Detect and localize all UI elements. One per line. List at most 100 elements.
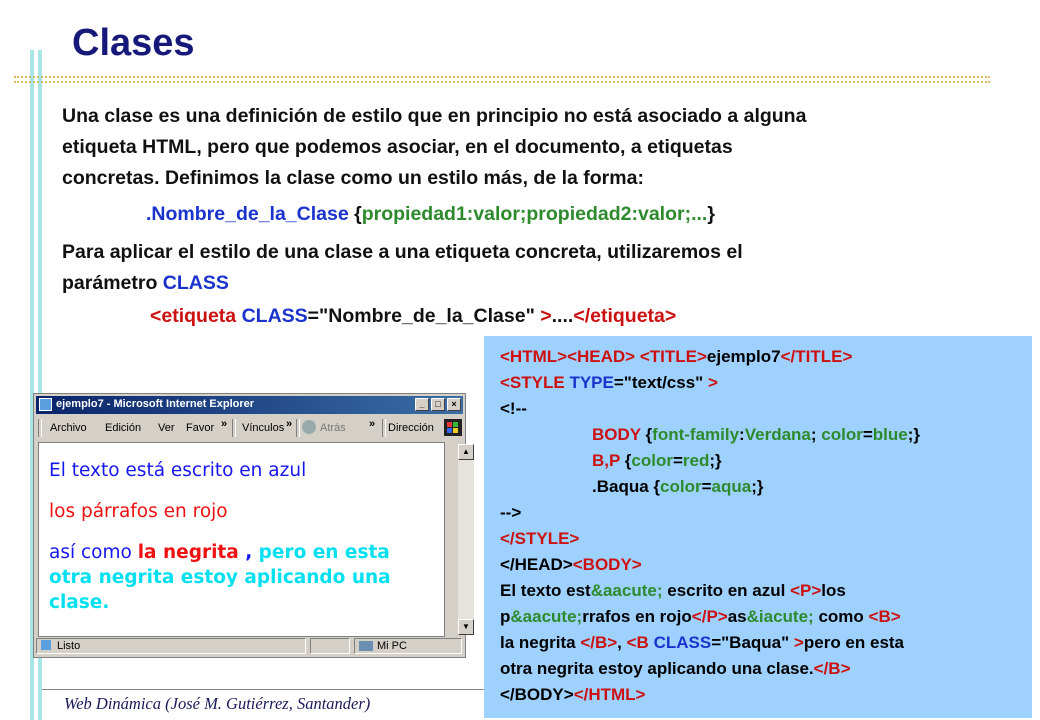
menu-vinculos[interactable]: Vínculos: [242, 422, 284, 434]
status-cell: Listo: [36, 638, 306, 654]
footer-rule: [42, 689, 484, 690]
menu-separator: [232, 419, 236, 437]
content-fragment: así como: [49, 542, 138, 563]
toolbar-overflow-chevron[interactable]: »: [369, 418, 375, 430]
code-token: color: [821, 425, 863, 444]
code-token: <P>: [790, 581, 822, 600]
code-line: </STYLE>: [500, 529, 580, 548]
code-line: </HEAD><BODY>: [500, 552, 1032, 578]
syntax-brace-open: {: [354, 203, 362, 225]
code-line: </BODY></HTML>: [500, 682, 1032, 708]
browser-title: ejemplo7 - Microsoft Internet Explorer: [56, 398, 255, 410]
code-token: ;}: [751, 477, 764, 496]
content-line-red: los párrafos en rojo: [49, 501, 228, 522]
code-token: </B>: [813, 659, 851, 678]
footer-credit: Web Dinámica (José M. Gutiérrez, Santand…: [64, 694, 371, 713]
code-token: <HTML>: [500, 347, 568, 366]
code-line: otra negrita estoy aplicando una clase.<…: [500, 656, 1032, 682]
windows-flag-icon: [444, 419, 462, 436]
scroll-up-icon[interactable]: ▲: [458, 444, 474, 460]
code-token: <B>: [868, 607, 901, 626]
intro-paragraph: Una clase es una definición de estilo qu…: [62, 101, 806, 194]
code-token: </BODY>: [500, 685, 574, 704]
code-line: El texto est&aacute; escrito en azul <P>…: [500, 578, 1032, 604]
content-bold-aqua: pero en esta: [258, 542, 390, 563]
menu-separator: [38, 419, 42, 437]
menu-separator: [296, 419, 300, 437]
minimize-button[interactable]: _: [415, 398, 429, 411]
code-token: </HEAD>: [500, 555, 573, 574]
browser-statusbar: Listo Mi PC: [36, 637, 463, 655]
class-keyword: CLASS: [162, 272, 229, 294]
code-token: El texto est: [500, 581, 591, 600]
usage-dots: ....: [551, 305, 574, 327]
code-line: BODY {font-family:Verdana; color=blue;}: [500, 422, 1032, 448]
code-line: <HTML><HEAD> <TITLE>ejemplo7</TITLE>: [500, 344, 1032, 370]
code-token: ="text/css": [613, 373, 704, 392]
code-token: aqua: [711, 477, 752, 496]
content-bold-aqua: otra negrita estoy aplicando una: [49, 567, 391, 588]
intro-line: etiqueta HTML, pero que podemos asociar,…: [62, 136, 733, 158]
address-label[interactable]: Dirección: [388, 422, 434, 434]
code-token: B,P: [592, 451, 621, 470]
code-token: ,: [617, 633, 627, 652]
code-token: >: [789, 633, 804, 652]
syntax-selector: .Nombre_de_la_Clase: [146, 203, 349, 225]
code-token: como: [813, 607, 869, 626]
close-button[interactable]: ×: [447, 398, 461, 411]
code-token: {: [620, 451, 632, 470]
code-panel: <HTML><HEAD> <TITLE>ejemplo7</TITLE> <ST…: [484, 336, 1032, 718]
code-line: p&aacute;rrafos en rojo</P>as&iacute; co…: [500, 604, 1032, 630]
computer-icon: [359, 641, 373, 651]
code-token: la negrita: [500, 633, 581, 652]
code-token: &aacute;: [590, 581, 663, 600]
code-token: .Baqua: [592, 477, 649, 496]
scroll-down-icon[interactable]: ▼: [458, 619, 474, 635]
code-token: los: [821, 581, 846, 600]
status-cell: [310, 638, 350, 654]
back-arrow-icon[interactable]: [302, 420, 316, 434]
code-token: =: [672, 451, 683, 470]
code-token: </B>: [580, 633, 618, 652]
code-line: <!--: [500, 399, 527, 418]
apply-line: parámetro CLASS: [62, 268, 743, 299]
status-text: Listo: [57, 640, 81, 652]
menu-overflow-chevron[interactable]: »: [221, 418, 227, 430]
code-line: -->: [500, 503, 522, 522]
vertical-scrollbar[interactable]: ▲ ▼: [458, 444, 474, 635]
links-overflow-chevron[interactable]: »: [286, 418, 292, 430]
syntax-brace-close: }: [707, 203, 715, 225]
apply-line-text: parámetro: [62, 272, 163, 294]
menu-edicion[interactable]: Edición: [105, 422, 141, 434]
code-token: </P>: [691, 607, 728, 626]
code-token: <BODY>: [572, 555, 642, 574]
content-line-blue: El texto está escrito en azul: [49, 460, 307, 481]
usage-open-tag: <etiqueta: [150, 305, 237, 327]
code-token: </HTML>: [573, 685, 646, 704]
menu-archivo[interactable]: Archivo: [50, 422, 87, 434]
code-token: blue: [872, 425, 908, 444]
intro-line: concretas. Definimos la clase como un es…: [62, 167, 644, 189]
code-token: BODY: [592, 425, 641, 444]
menu-ver[interactable]: Ver: [158, 422, 175, 434]
code-token: ;: [810, 425, 822, 444]
decor-dotted-line: [14, 76, 990, 78]
code-token: <STYLE: [500, 373, 565, 392]
menu-separator: [382, 419, 386, 437]
code-token: <TITLE>: [639, 347, 707, 366]
code-token: Verdana: [744, 425, 811, 444]
code-token: pero en esta: [803, 633, 905, 652]
status-zone: Mi PC: [377, 640, 407, 652]
maximize-button[interactable]: □: [431, 398, 445, 411]
menu-favoritos[interactable]: Favor: [186, 422, 214, 434]
code-token: rrafos en rojo: [582, 607, 692, 626]
code-token: &iacute;: [746, 607, 814, 626]
content-fragment: ,: [238, 542, 259, 563]
usage-line: <etiqueta CLASS="Nombre_de_la_Clase" >..…: [150, 301, 676, 332]
code-token: ;}: [709, 451, 722, 470]
code-token: escrito en azul: [662, 581, 791, 600]
code-line: .Baqua {color=aqua;}: [500, 474, 1032, 500]
code-token: CLASS: [648, 633, 712, 652]
back-button-label[interactable]: Atrás: [320, 422, 346, 434]
code-line: <STYLE TYPE="text/css" >: [500, 370, 1032, 396]
